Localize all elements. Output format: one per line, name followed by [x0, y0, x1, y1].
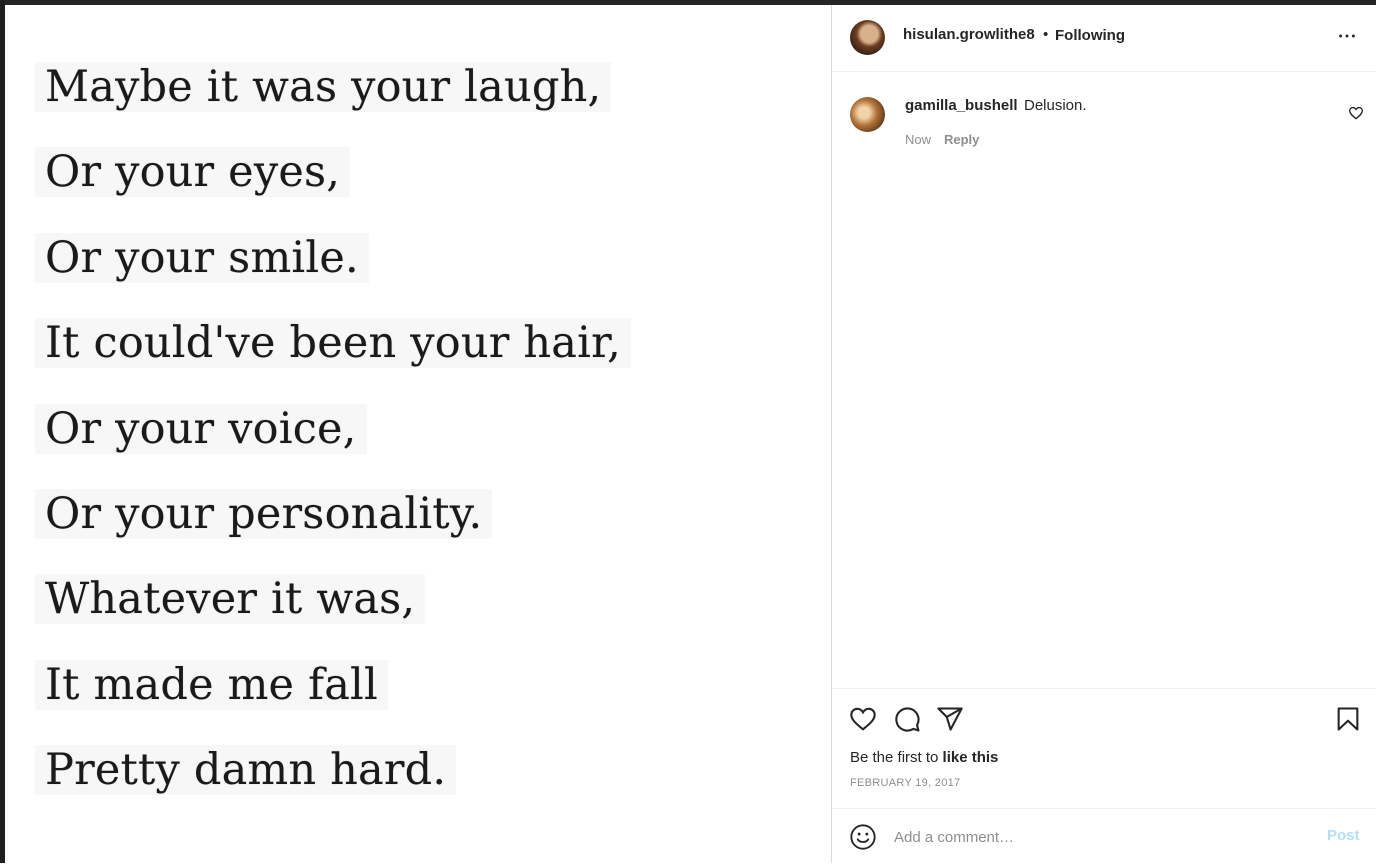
like-this-link[interactable]: like this [943, 749, 999, 766]
poem-line: Maybe it was your laugh, [35, 62, 612, 112]
more-horizontal-icon[interactable] [1336, 25, 1358, 47]
author-username[interactable]: hisulan.growlithe8 [903, 26, 1035, 43]
reply-button[interactable]: Reply [944, 132, 979, 147]
poem-line: Or your personality. [35, 489, 493, 539]
poem-line: Or your smile. [35, 233, 369, 283]
post-actions: Be the first to like this FEBRUARY 19, 2… [832, 688, 1376, 809]
speech-bubble-icon[interactable] [893, 705, 921, 733]
separator-dot: • [1043, 26, 1049, 43]
following-button[interactable]: Following [1055, 27, 1125, 44]
poem-line: Pretty damn hard. [35, 745, 457, 795]
poem-line: It made me fall [35, 660, 388, 710]
likes-line: Be the first to like this [850, 749, 998, 766]
comment-username[interactable]: gamilla_bushell [905, 97, 1018, 114]
post-image: Maybe it was your laugh, Or your eyes, O… [5, 5, 831, 863]
post-side-panel: hisulan.growlithe8 • Following gamilla_b… [831, 5, 1376, 863]
add-comment-bar: Post [832, 808, 1376, 864]
heart-outline-icon[interactable] [1348, 105, 1364, 121]
comment-text: Delusion. [1024, 97, 1087, 114]
bookmark-icon[interactable] [1334, 705, 1362, 733]
commenter-avatar[interactable] [850, 97, 885, 132]
poem-line: It could've been your hair, [35, 318, 631, 368]
author-avatar[interactable] [850, 20, 885, 55]
comment-input[interactable] [892, 825, 1296, 849]
poem-line: Or your voice, [35, 404, 367, 454]
likes-prefix: Be the first to [850, 749, 943, 766]
post-date: FEBRUARY 19, 2017 [850, 777, 961, 789]
comment-time: Now [905, 132, 932, 147]
heart-outline-icon[interactable] [849, 705, 877, 733]
paper-plane-icon[interactable] [936, 705, 964, 733]
emoji-smile-icon[interactable] [849, 823, 877, 851]
poem-line: Or your eyes, [35, 147, 351, 197]
poem-line: Whatever it was, [35, 574, 426, 624]
post-button[interactable]: Post [1327, 827, 1360, 844]
post-header: hisulan.growlithe8 • Following [832, 5, 1376, 72]
